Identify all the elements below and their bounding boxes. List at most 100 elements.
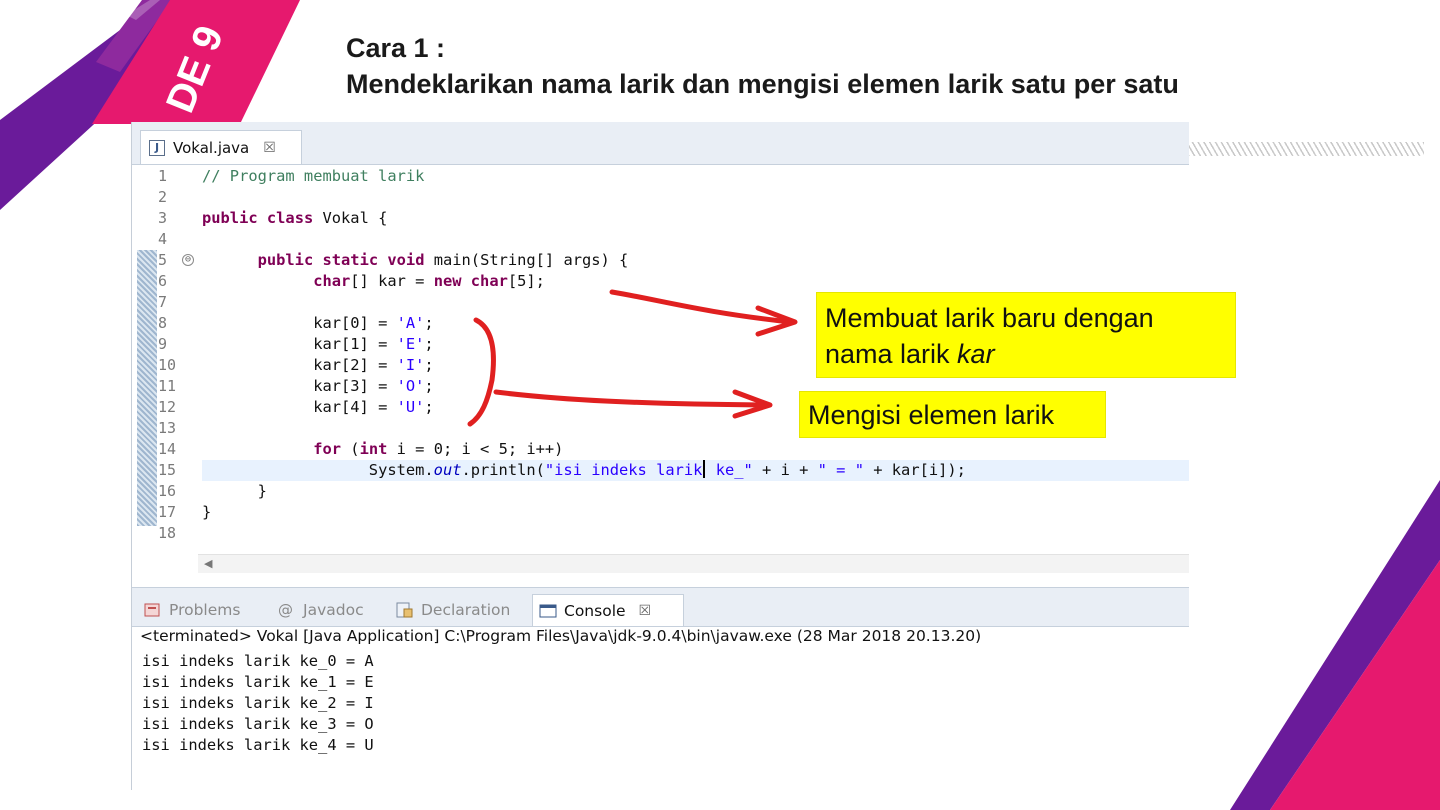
code-line-6: char[] kar = new char[5]; bbox=[202, 271, 1189, 292]
annotation-create-array: Membuat larik baru dengan nama larik kar bbox=[816, 292, 1236, 378]
line-number: 3 bbox=[158, 209, 168, 227]
console-line: isi indeks larik ke_0 = A bbox=[142, 652, 374, 670]
line-number: 13 bbox=[158, 419, 177, 437]
code-text: main(String[] args) { bbox=[424, 251, 629, 269]
tab-console[interactable]: Console ☒ bbox=[532, 594, 684, 626]
java-file-icon: J bbox=[149, 139, 165, 156]
annotation-italic-text: kar bbox=[957, 339, 995, 369]
code-text: ; bbox=[424, 356, 434, 374]
tab-label: Console bbox=[564, 601, 626, 620]
keyword: class bbox=[266, 209, 314, 227]
brand-tagline: The Power of PowerPoint bbox=[1262, 478, 1416, 704]
line-number: 11 bbox=[158, 377, 177, 395]
keyword: public bbox=[202, 209, 258, 227]
code-text: kar[4] = bbox=[313, 398, 397, 416]
slide-number: DE 9 bbox=[158, 19, 233, 119]
char-literal: 'A' bbox=[396, 314, 425, 332]
annotation-fill-elements: Mengisi elemen larik bbox=[799, 391, 1106, 438]
code-line-16: } bbox=[202, 481, 1189, 502]
line-number: 2 bbox=[158, 188, 168, 206]
overview-ruler bbox=[137, 166, 157, 636]
decorative-stripes-bottom-right bbox=[1230, 480, 1440, 810]
title-line-2: Mendeklarikan nama larik dan mengisi ele… bbox=[346, 69, 1179, 99]
declaration-icon bbox=[396, 602, 413, 618]
char-literal: 'O' bbox=[396, 377, 425, 395]
code-text: ; bbox=[424, 377, 434, 395]
console-icon bbox=[539, 604, 557, 617]
editor-tab-vokal-java[interactable]: J Vokal.java ☒ bbox=[140, 130, 302, 164]
console-line: isi indeks larik ke_4 = U bbox=[142, 736, 374, 754]
keyword: void bbox=[387, 251, 425, 269]
bottom-panel-tab-bar: Problems @ Javadoc Declaration Console ☒ bbox=[132, 587, 1189, 627]
line-number: 14 bbox=[158, 440, 177, 458]
editor-tab-bar: J Vokal.java ☒ bbox=[132, 122, 1189, 165]
tab-declaration[interactable]: Declaration bbox=[390, 594, 516, 626]
console-output: isi indeks larik ke_0 = A isi indeks lar… bbox=[142, 651, 374, 756]
comment: // Program membuat larik bbox=[202, 167, 425, 185]
decorative-hatch bbox=[1188, 142, 1424, 156]
string-literal: " = " bbox=[817, 461, 864, 479]
code-text: [] kar = bbox=[350, 272, 434, 290]
code-text: + kar[i]); bbox=[863, 461, 966, 479]
tab-label: Problems bbox=[169, 601, 241, 619]
code-text: } bbox=[257, 482, 267, 500]
tab-problems[interactable]: Problems bbox=[138, 594, 246, 626]
line-number: 17 bbox=[158, 503, 177, 521]
line-number: 16 bbox=[158, 482, 177, 500]
code-line-14: for (int i = 0; i < 5; i++) bbox=[202, 439, 1189, 460]
code-line-5: public static void main(String[] args) { bbox=[202, 250, 1189, 271]
close-tab-icon[interactable]: ☒ bbox=[639, 603, 652, 619]
char-literal: 'U' bbox=[396, 398, 425, 416]
line-number: 6 bbox=[158, 272, 168, 290]
code-text: } bbox=[202, 503, 212, 521]
line-number: 8 bbox=[158, 314, 168, 332]
char-literal: 'E' bbox=[396, 335, 425, 353]
problems-icon bbox=[144, 603, 160, 617]
code-line-1: // Program membuat larik bbox=[202, 166, 1189, 187]
code-text: kar[2] = bbox=[313, 356, 397, 374]
keyword: new bbox=[433, 272, 462, 290]
close-tab-icon[interactable]: ☒ bbox=[263, 140, 276, 156]
ruler-mark bbox=[137, 250, 157, 526]
console-status-line: <terminated> Vokal [Java Application] C:… bbox=[140, 627, 982, 645]
line-number: 4 bbox=[158, 230, 168, 248]
eclipse-ide-window: J Vokal.java ☒ 1 2 3 4 5 ⊖ 6 7 8 9 10 11 … bbox=[131, 122, 1189, 790]
keyword: for bbox=[313, 440, 342, 458]
slide-title: Cara 1 : Mendeklarikan nama larik dan me… bbox=[346, 30, 1179, 102]
console-line: isi indeks larik ke_1 = E bbox=[142, 673, 374, 691]
javadoc-at-icon: @ bbox=[278, 601, 293, 619]
string-literal: ke_" bbox=[706, 461, 753, 479]
line-number-gutter: 1 2 3 4 5 ⊖ 6 7 8 9 10 11 12 13 14 15 16 … bbox=[158, 166, 198, 544]
line-number: 9 bbox=[158, 335, 168, 353]
code-text: kar[0] = bbox=[313, 314, 397, 332]
static-field: out bbox=[433, 461, 462, 479]
code-text: ; bbox=[424, 398, 434, 416]
annotation-line: Membuat larik baru dengan bbox=[825, 303, 1154, 333]
line-number: 7 bbox=[158, 293, 168, 311]
tab-javadoc[interactable]: @ Javadoc bbox=[272, 594, 370, 626]
keyword: static bbox=[322, 251, 379, 269]
title-line-1: Cara 1 : bbox=[346, 33, 446, 63]
horizontal-scrollbar[interactable]: ◀ bbox=[198, 554, 1189, 573]
keyword: char bbox=[470, 272, 508, 290]
code-text: Vokal { bbox=[313, 209, 388, 227]
code-text: [5]; bbox=[507, 272, 545, 290]
fold-collapse-icon[interactable]: ⊖ bbox=[182, 254, 194, 266]
code-line-17: } bbox=[202, 502, 1189, 523]
scroll-left-icon[interactable]: ◀ bbox=[204, 557, 212, 570]
code-text: kar[1] = bbox=[313, 335, 397, 353]
line-number-with-fold: 5 ⊖ bbox=[158, 250, 198, 271]
code-text: ; bbox=[424, 314, 434, 332]
line-number: 1 bbox=[158, 167, 168, 185]
line-number: 12 bbox=[158, 398, 177, 416]
line-number: 5 bbox=[158, 251, 168, 269]
keyword: public bbox=[257, 251, 314, 269]
char-literal: 'I' bbox=[396, 356, 425, 374]
console-line: isi indeks larik ke_3 = O bbox=[142, 715, 374, 733]
editor-tab-label: Vokal.java bbox=[173, 138, 250, 157]
line-number: 10 bbox=[158, 356, 177, 374]
